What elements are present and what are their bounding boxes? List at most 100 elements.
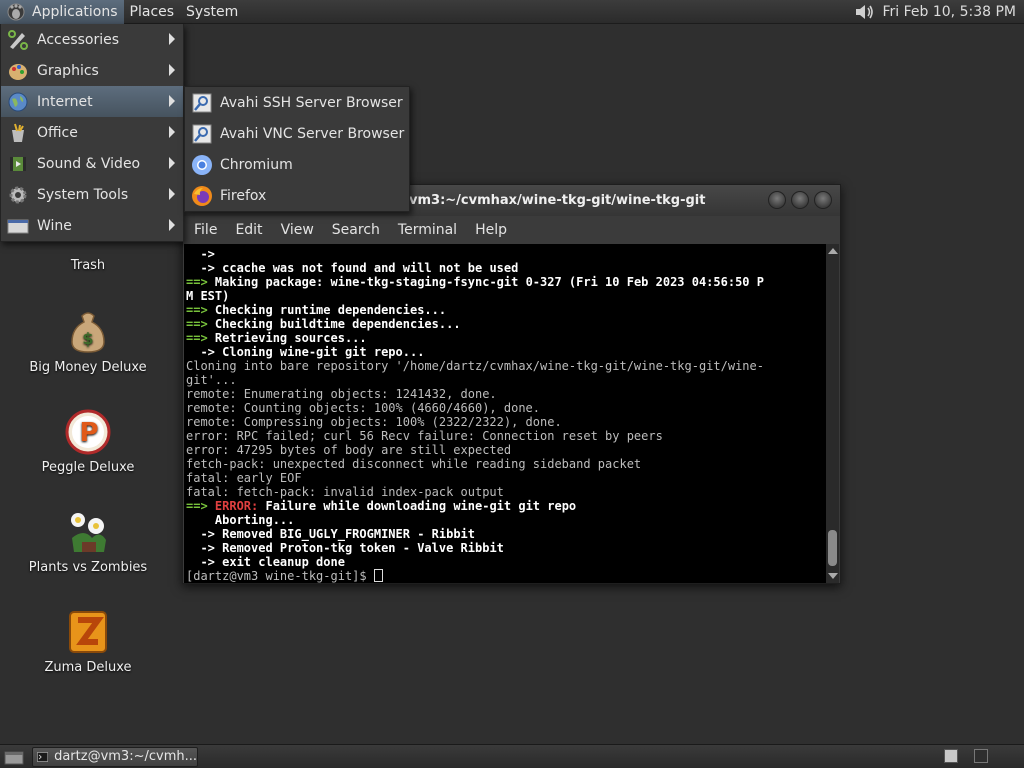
- clock[interactable]: Fri Feb 10, 5:38 PM: [883, 4, 1017, 20]
- scroll-up-arrow-icon[interactable]: [828, 248, 838, 254]
- menu-item-office[interactable]: Office: [1, 117, 183, 148]
- menu-item-system-tools[interactable]: System Tools: [1, 179, 183, 210]
- submenu-item-avahi-vnc[interactable]: Avahi VNC Server Browser: [185, 118, 409, 149]
- terminal-line: ->: [186, 247, 827, 261]
- terminal-icon: [37, 751, 49, 762]
- menu-item-sound-video[interactable]: Sound & Video: [1, 148, 183, 179]
- submenu-item-label: Chromium: [220, 156, 293, 173]
- terminal-line-text: Checking buildtime dependencies...: [207, 317, 461, 331]
- menu-item-label: Graphics: [37, 62, 99, 79]
- maximize-button[interactable]: [791, 191, 809, 209]
- peggle-icon: P: [65, 409, 111, 455]
- terminal-line: M EST): [186, 289, 827, 303]
- menu-search[interactable]: Search: [323, 222, 389, 238]
- terminal-line: ==> ERROR: Failure while downloading win…: [186, 499, 827, 513]
- submenu-item-chromium[interactable]: Chromium: [185, 149, 409, 180]
- submenu-item-firefox[interactable]: Firefox: [185, 180, 409, 211]
- terminal-line: error: 47295 bytes of body are still exp…: [186, 443, 512, 457]
- submenu-item-avahi-ssh[interactable]: Avahi SSH Server Browser: [185, 87, 409, 118]
- menu-item-label: Accessories: [37, 31, 120, 48]
- window-title: vm3:~/cvmhax/wine-tkg-git/wine-tkg-git: [409, 193, 706, 208]
- desktop-icon-label: Plants vs Zombies: [28, 560, 148, 575]
- desktop-icon-peggle[interactable]: P Peggle Deluxe: [18, 408, 158, 475]
- terminal-line-arrow: ==>: [186, 317, 208, 331]
- terminal-line: -> Removed Proton-tkg token - Valve Ribb…: [186, 541, 827, 555]
- terminal-line-text: Cloning wine-git git repo...: [214, 345, 425, 359]
- applications-label: Applications: [32, 3, 118, 20]
- minimize-button[interactable]: [768, 191, 786, 209]
- menu-item-internet[interactable]: Internet: [1, 86, 183, 117]
- taskbar-terminal-label: dartz@vm3:~/cvmh...: [54, 749, 197, 764]
- volume-icon[interactable]: [853, 2, 875, 22]
- scroll-down-arrow-icon[interactable]: [828, 573, 838, 579]
- desktop-icon-big-money[interactable]: $ Big Money Deluxe: [18, 308, 158, 375]
- terminal-line-text: Removed Proton-tkg token - Valve Ribbit: [214, 541, 504, 555]
- submenu-item-label: Firefox: [220, 187, 267, 204]
- terminal-line: remote: Enumerating objects: 1241432, do…: [186, 387, 497, 401]
- terminal-line-arrow: ->: [186, 345, 215, 359]
- desktop-icon-label: Big Money Deluxe: [29, 360, 147, 375]
- internet-icon: [8, 92, 28, 111]
- menu-item-wine[interactable]: Wine: [1, 210, 183, 241]
- submenu-arrow-icon: [169, 126, 175, 138]
- menu-help[interactable]: Help: [466, 222, 516, 238]
- menu-file[interactable]: File: [185, 222, 226, 238]
- menu-item-accessories[interactable]: Accessories: [1, 24, 183, 55]
- svg-text:P: P: [79, 418, 98, 448]
- terminal-line-text: Removed BIG_UGLY_FROGMINER - Ribbit: [214, 527, 475, 541]
- terminal-line: -> ccache was not found and will not be …: [186, 261, 827, 275]
- terminal-line: -> Cloning wine-git git repo...: [186, 345, 827, 359]
- terminal-window[interactable]: vm3:~/cvmhax/wine-tkg-git/wine-tkg-git F…: [182, 184, 841, 584]
- terminal-error-label: ERROR:: [207, 499, 259, 513]
- terminal-line: Cloning into bare repository '/home/dart…: [186, 359, 764, 373]
- sound-video-icon: [10, 156, 26, 171]
- submenu-arrow-icon: [169, 188, 175, 200]
- system-menu[interactable]: System: [180, 0, 244, 24]
- terminal-output[interactable]: -> -> ccache was not found and will not …: [184, 244, 827, 583]
- menu-item-label: System Tools: [37, 186, 129, 203]
- terminal-line-text: Retrieving sources...: [207, 331, 367, 345]
- chromium-icon: [192, 154, 212, 175]
- desktop-icon-label: Peggle Deluxe: [41, 460, 135, 475]
- terminal-line-arrow: ->: [186, 555, 215, 569]
- applications-menu[interactable]: Applications: [0, 0, 124, 24]
- menu-view[interactable]: View: [272, 222, 323, 238]
- terminal-line-text: Aborting...: [186, 513, 295, 527]
- accessories-icon: [8, 29, 28, 50]
- submenu-arrow-icon: [169, 64, 175, 76]
- menu-item-graphics[interactable]: Graphics: [1, 55, 183, 86]
- menu-edit[interactable]: Edit: [226, 222, 271, 238]
- desktop-icon-plants-vs-zombies[interactable]: Plants vs Zombies: [18, 508, 158, 575]
- places-menu[interactable]: Places: [124, 0, 181, 24]
- money-bag-icon: $: [71, 312, 105, 353]
- show-desktop-icon[interactable]: [4, 749, 24, 765]
- terminal-scrollbar[interactable]: [826, 244, 839, 583]
- terminal-line-arrow: ->: [186, 261, 215, 275]
- terminal-line-arrow: ->: [186, 527, 215, 541]
- office-icon: [12, 123, 24, 142]
- graphics-icon: [9, 63, 27, 80]
- terminal-prompt-line[interactable]: [dartz@vm3 wine-tkg-git]$: [186, 569, 827, 583]
- desktop-icon-label: Trash: [70, 258, 106, 273]
- submenu-arrow-icon: [169, 33, 175, 45]
- terminal-line-arrow: ->: [186, 247, 215, 261]
- menu-terminal[interactable]: Terminal: [389, 222, 466, 238]
- workspace-2[interactable]: [974, 749, 988, 763]
- plants-icon: [71, 513, 106, 552]
- close-button[interactable]: [814, 191, 832, 209]
- workspace-1[interactable]: [944, 749, 958, 763]
- submenu-item-label: Avahi SSH Server Browser: [220, 94, 403, 111]
- terminal-line: remote: Counting objects: 100% (4660/466…: [186, 401, 541, 415]
- terminal-line-text: ccache was not found and will not be use…: [214, 261, 519, 275]
- desktop-icon-zuma[interactable]: Zuma Deluxe: [18, 608, 158, 675]
- taskbar-terminal-button[interactable]: dartz@vm3:~/cvmh...: [32, 746, 198, 767]
- bottom-panel: dartz@vm3:~/cvmh...: [0, 744, 1024, 768]
- wine-icon: [7, 219, 29, 233]
- top-panel: Applications Places System Fri Feb 10, 5…: [0, 0, 1024, 24]
- avahi-icon: [192, 124, 212, 143]
- submenu-arrow-icon: [169, 157, 175, 169]
- scroll-thumb[interactable]: [828, 530, 837, 566]
- terminal-line-text: exit cleanup done: [214, 555, 345, 569]
- terminal-prompt: [dartz@vm3 wine-tkg-git]$: [186, 569, 374, 583]
- desktop-icon-label: Zuma Deluxe: [44, 660, 132, 675]
